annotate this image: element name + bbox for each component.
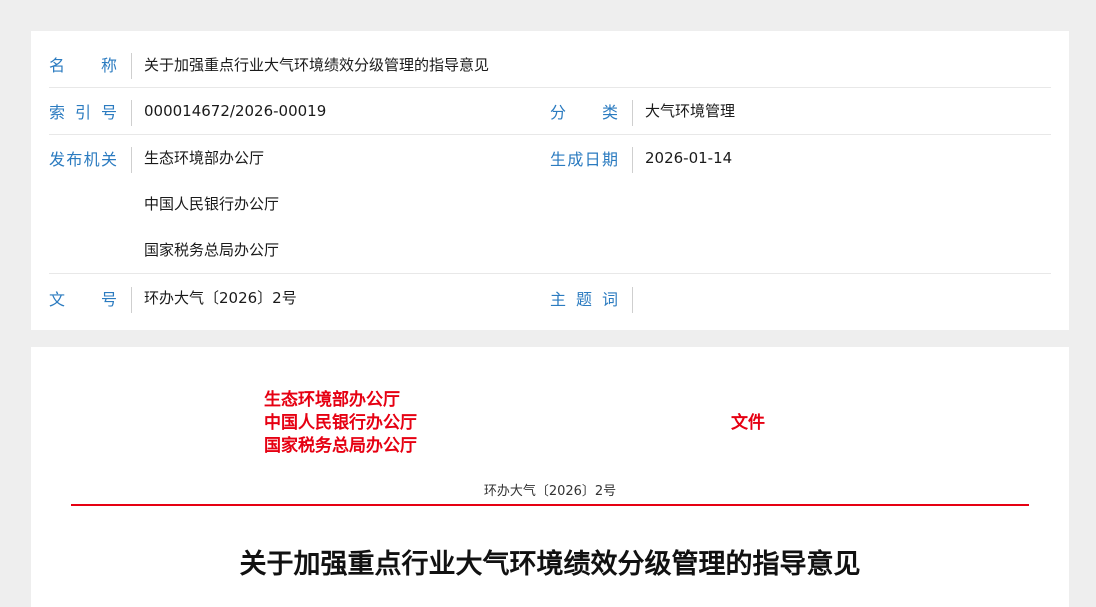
meta-row-name: 名 称 关于加强重点行业大气环境绩效分级管理的指导意见 [49, 40, 1051, 88]
category-label: 分 类 [550, 103, 618, 122]
divider [131, 287, 132, 313]
name-label: 名 称 [49, 56, 117, 75]
document-issuer-2: 中国人民银行办公厅 [264, 413, 417, 433]
divider [131, 53, 132, 79]
divider [632, 100, 633, 126]
document-title: 关于加强重点行业大气环境绩效分级管理的指导意见 [239, 549, 861, 580]
divider [632, 287, 633, 313]
divider [131, 147, 132, 173]
document-number: 环办大气〔2026〕2号 [483, 484, 617, 499]
document-issuer-block: 生态环境部办公厅 中国人民银行办公厅 国家税务总局办公厅 [264, 389, 417, 458]
red-header-rule [71, 504, 1029, 506]
date-label: 生成日期 [550, 150, 618, 169]
document-issuer-1: 生态环境部办公厅 [264, 390, 400, 410]
issuer-value-3: 国家税务总局办公厅 [144, 241, 280, 259]
meta-row-issuer: 发布机关 生态环境部办公厅 中国人民银行办公厅 国家税务总局办公厅 生成日期 2… [49, 135, 1051, 274]
date-value: 2026-01-14 [645, 149, 733, 167]
issuer-label: 发布机关 [49, 150, 117, 169]
index-label: 索 引 号 [49, 103, 117, 122]
meta-row-index: 索 引 号 000014672/2026-00019 分 类 大气环境管理 [49, 88, 1051, 135]
document-issuer-3: 国家税务总局办公厅 [264, 436, 417, 456]
index-value: 000014672/2026-00019 [144, 102, 327, 120]
docno-value: 环办大气〔2026〕2号 [144, 289, 297, 307]
issuer-value-1: 生态环境部办公厅 [144, 149, 265, 167]
divider [131, 100, 132, 126]
category-value: 大气环境管理 [645, 102, 736, 120]
document-wenjian: 文件 [731, 413, 765, 433]
meta-row-docno: 文 号 环办大气〔2026〕2号 主 题 词 [49, 274, 1051, 324]
metadata-panel: 名 称 关于加强重点行业大气环境绩效分级管理的指导意见 索 引 号 000014… [31, 31, 1069, 330]
issuer-value-2: 中国人民银行办公厅 [144, 195, 280, 213]
name-value: 关于加强重点行业大气环境绩效分级管理的指导意见 [144, 56, 490, 74]
document-body: 生态环境部办公厅 中国人民银行办公厅 国家税务总局办公厅 文件 环办大气〔202… [31, 347, 1069, 607]
keywords-label: 主 题 词 [550, 290, 618, 309]
divider [632, 147, 633, 173]
docno-label: 文 号 [49, 290, 117, 309]
